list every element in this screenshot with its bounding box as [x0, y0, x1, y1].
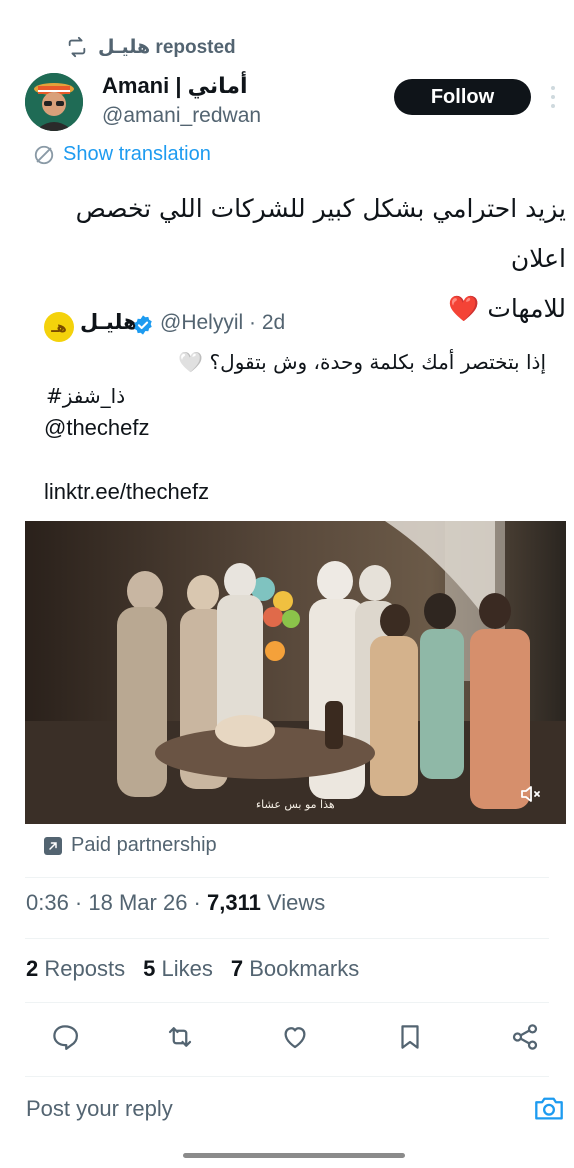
likes-stat[interactable]: 5 Likes [143, 956, 213, 982]
quoted-hashtag[interactable]: #ذا_شفز [46, 384, 125, 408]
paid-partnership-label: Paid partnership [71, 834, 217, 856]
quoted-text-line-1: إذا بتختصر أمك بكلمة وحدة، وش بتقول؟ 🤍 [178, 350, 546, 374]
show-translation-link[interactable]: Show translation [33, 143, 211, 166]
paid-partnership: Paid partnership [44, 834, 217, 857]
bookmarks-stat[interactable]: 7 Bookmarks [231, 956, 359, 982]
retweet-button[interactable] [163, 1020, 197, 1054]
mute-icon [521, 786, 540, 802]
quoted-author-handle[interactable]: @Helyyil · 2d [160, 311, 285, 335]
author-name[interactable]: Amani | أماني [102, 73, 248, 99]
follow-button[interactable]: Follow [394, 79, 531, 115]
bookmarks-label: Bookmarks [249, 956, 360, 981]
views-count: 7,311 [206, 890, 261, 915]
repost-icon [68, 36, 86, 58]
share-icon [512, 1024, 538, 1050]
video-player[interactable] [25, 521, 566, 824]
video-frame [25, 521, 566, 824]
repost-indicator: هليـل reposted [66, 32, 236, 62]
post-meta: 0:36 · 18 Mar 26 · 7,311 Views [26, 890, 325, 916]
avatar[interactable] [25, 73, 83, 131]
engagement-stats: 2 Reposts 5 Likes 7 Bookmarks [26, 956, 359, 982]
share-button[interactable] [508, 1020, 542, 1054]
divider [25, 938, 549, 939]
tweet-text-line-1: يزيد احترامي بشكل كبير للشركات اللي تخصص… [75, 194, 566, 273]
video-caption: هذا مو بس عشاء [256, 798, 335, 811]
more-options-icon[interactable] [548, 86, 558, 108]
like-icon [284, 1027, 306, 1049]
reply-input[interactable]: Post your reply [26, 1096, 173, 1122]
bookmark-button[interactable] [393, 1020, 427, 1054]
quoted-author-name[interactable]: هليـل [80, 310, 138, 335]
like-button[interactable] [278, 1020, 312, 1054]
divider [25, 1002, 549, 1003]
home-indicator [183, 1153, 405, 1158]
views-label[interactable]: Views [267, 890, 325, 915]
post-time-date: 0:36 · 18 Mar 26 · [26, 890, 207, 915]
show-translation-label: Show translation [63, 143, 211, 165]
divider [25, 1076, 549, 1077]
reposts-label: Reposts [44, 956, 126, 981]
reposts-count: 2 [26, 956, 39, 981]
author-handle[interactable]: @amani_redwan [102, 104, 261, 128]
likes-count: 5 [143, 956, 156, 981]
paid-partnership-icon [44, 836, 62, 855]
camera-icon[interactable] [534, 1094, 564, 1122]
reposts-stat[interactable]: 2 Reposts [26, 956, 125, 982]
quoted-mention[interactable]: @thechefz [44, 415, 150, 441]
reply-button[interactable] [48, 1020, 82, 1054]
bookmarks-count: 7 [230, 956, 244, 981]
quoted-link[interactable]: linktr.ee/thechefz [44, 479, 209, 505]
action-bar [0, 1016, 574, 1060]
quoted-avatar[interactable]: هـ [44, 312, 74, 342]
mute-button[interactable] [514, 780, 546, 808]
verified-icon [134, 315, 152, 335]
repost-label: هليـل reposted [98, 36, 236, 58]
divider [25, 877, 549, 878]
bookmark-icon [401, 1025, 419, 1049]
translate-icon [34, 145, 54, 164]
likes-label: Likes [161, 956, 213, 981]
reply-icon [53, 1025, 78, 1050]
retweet-icon [168, 1027, 192, 1047]
